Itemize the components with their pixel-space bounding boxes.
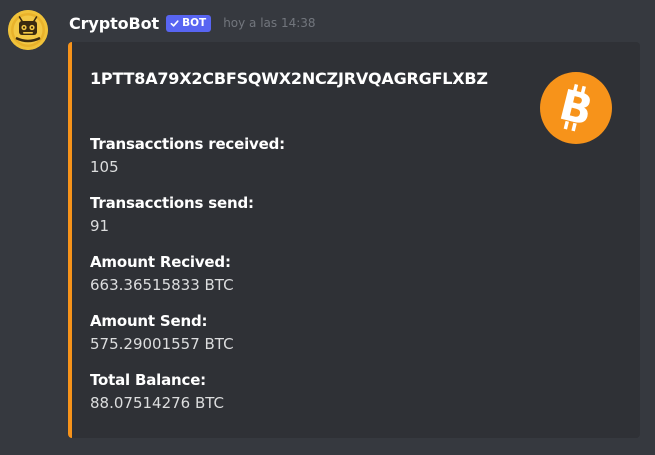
bot-avatar-icon[interactable] <box>8 10 48 50</box>
message-timestamp[interactable]: hoy a las 14:38 <box>223 16 315 30</box>
verified-check-icon <box>170 19 179 28</box>
field-value: 91 <box>90 217 110 235</box>
embed-title[interactable]: 1PTT8A79X2CBFSQWX2NCZJRVQAGRGFLXBZ <box>90 65 520 93</box>
field-name: Amount Send: <box>90 312 208 330</box>
message-header: CryptoBot BOT hoy a las 14:38 <box>69 11 316 35</box>
embed-card: 1PTT8A79X2CBFSQWX2NCZJRVQAGRGFLXBZ B Tra… <box>68 42 640 438</box>
username[interactable]: CryptoBot <box>69 14 159 33</box>
field-transactions-received: Transacctions received: 105 <box>90 134 570 178</box>
chat-message: CryptoBot BOT hoy a las 14:38 1PTT8A79X2… <box>0 0 655 455</box>
field-value: 575.29001557 BTC <box>90 335 234 353</box>
field-value: 105 <box>90 158 119 176</box>
field-name: Transacctions send: <box>90 194 254 212</box>
bot-badge: BOT <box>166 14 212 32</box>
field-amount-send: Amount Send: 575.29001557 BTC <box>90 311 570 355</box>
field-value: 88.07514276 BTC <box>90 394 225 412</box>
field-name: Total Balance: <box>90 371 206 389</box>
field-name: Amount Recived: <box>90 253 231 271</box>
field-value: 663.36515833 BTC <box>90 276 234 294</box>
field-total-balance: Total Balance: 88.07514276 BTC <box>90 370 570 414</box>
field-transactions-send: Transacctions send: 91 <box>90 193 570 237</box>
field-name: Transacctions received: <box>90 135 285 153</box>
field-amount-received: Amount Recived: 663.36515833 BTC <box>90 252 570 296</box>
bot-badge-label: BOT <box>182 16 207 29</box>
